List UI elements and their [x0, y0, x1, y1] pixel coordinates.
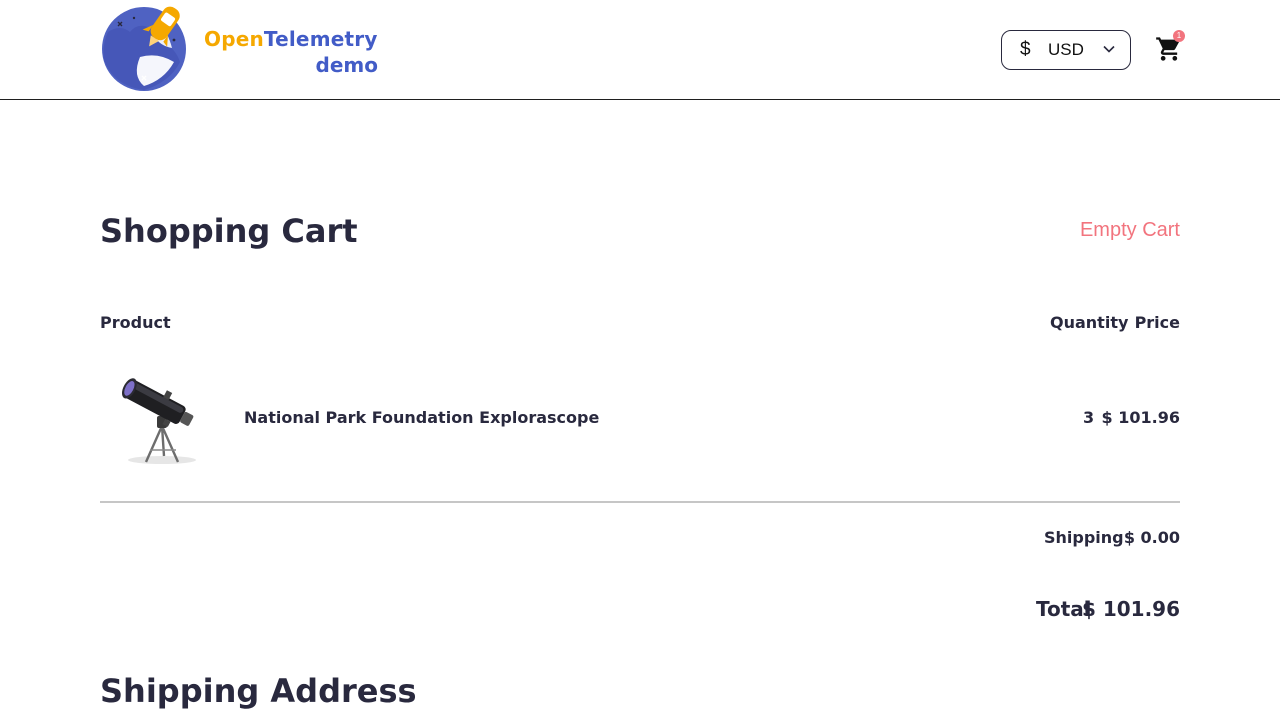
currency-select[interactable]: $ USD: [1001, 30, 1131, 70]
column-header-quantity: Quantity: [1050, 313, 1129, 332]
item-quantity: 3: [1083, 408, 1095, 427]
logo-line1: OpenTelemetry: [204, 26, 380, 52]
cart-divider: [100, 501, 1180, 503]
item-price: $ 101.96: [1101, 408, 1180, 427]
opentelemetry-demo-logo[interactable]: OpenTelemetry demo: [100, 2, 380, 92]
column-header-price: Price: [1134, 313, 1180, 332]
column-header-product: Product: [100, 313, 171, 332]
site-header: OpenTelemetry demo $ USD 1: [0, 0, 1280, 100]
logo-open: Open: [204, 27, 264, 51]
shipping-address-title: Shipping Address: [100, 672, 417, 710]
currency-code: USD: [1048, 40, 1084, 59]
chevron-down-icon: [1103, 45, 1115, 53]
cart-count-badge: 1: [1173, 30, 1185, 42]
telescope-image[interactable]: [110, 366, 210, 466]
total-value: $ 101.96: [1081, 597, 1180, 621]
item-name-link[interactable]: National Park Foundation Explorascope: [244, 408, 599, 427]
logo-demo: demo: [315, 53, 378, 77]
currency-symbol: $: [1020, 39, 1031, 60]
shipping-value: $ 0.00: [1123, 528, 1180, 547]
rocket-logo-icon: [102, 6, 186, 91]
shipping-label: Shipping: [1044, 528, 1124, 547]
empty-cart-button[interactable]: Empty Cart: [1080, 219, 1180, 242]
logo-wordmark: OpenTelemetry demo: [204, 26, 380, 78]
page-title: Shopping Cart: [100, 212, 358, 250]
logo-telemetry: Telemetry: [263, 27, 378, 51]
cart-item-row: National Park Foundation Explorascope 3 …: [100, 360, 1180, 480]
